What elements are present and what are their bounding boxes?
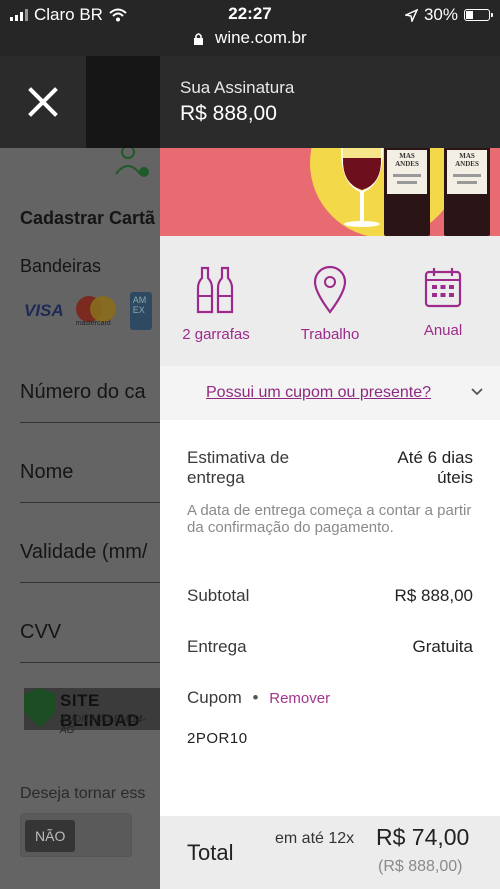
mastercard-logo: mastercard xyxy=(75,296,118,327)
header-strip xyxy=(86,56,160,148)
subscription-header: Sua Assinatura R$ 888,00 xyxy=(160,56,500,148)
subscription-panel: Sua Assinatura R$ 888,00 MAS ANDES MAS A… xyxy=(160,56,500,889)
left-header xyxy=(0,56,160,148)
validity-field[interactable]: Validade (mm/ xyxy=(20,541,147,564)
chevron-down-icon[interactable] xyxy=(470,387,484,397)
divider xyxy=(20,662,160,663)
lock-icon xyxy=(194,33,204,46)
divider xyxy=(20,422,160,423)
visa-logo: VISA xyxy=(24,301,64,320)
close-icon[interactable] xyxy=(26,85,60,119)
installment-value: R$ 74,00 xyxy=(376,824,470,850)
wine-glass-icon xyxy=(341,148,383,227)
remove-coupon-link[interactable]: Remover xyxy=(269,690,330,707)
location-pin-icon xyxy=(313,266,347,314)
installment-text: em até 12x xyxy=(275,830,355,847)
battery-icon xyxy=(464,9,493,21)
wine-banner: MAS ANDES MAS ANDES xyxy=(160,148,500,236)
subtotal-row: Subtotal R$ 888,00 xyxy=(187,586,473,606)
divider xyxy=(20,502,160,503)
add-card-title: Cadastrar Cartã xyxy=(20,208,156,228)
card-brands: VISA mastercard AM EX xyxy=(24,292,152,330)
subtotal-value: R$ 888,00 xyxy=(394,586,473,605)
wine-bottle: MAS ANDES xyxy=(444,148,490,236)
coupon-separator: • xyxy=(252,688,259,707)
subtotal-label: Subtotal xyxy=(187,586,250,605)
subscription-price: R$ 888,00 xyxy=(180,102,277,125)
option-address-label: Trabalho xyxy=(300,326,360,343)
save-card-toggle[interactable]: NÃO xyxy=(20,813,132,857)
shipping-value: Gratuita xyxy=(412,637,473,656)
option-bottles-label: 2 garrafas xyxy=(182,326,250,343)
delivery-note: A data de entrega começa a contar a part… xyxy=(187,502,472,536)
status-bar: Claro BR 22:27 30% xyxy=(0,0,500,28)
total-value: (R$ 888,00) xyxy=(378,858,463,875)
delivery-estimate-row: Estimativa de entrega Até 6 dias úteis xyxy=(187,448,473,488)
amex-logo: AM EX xyxy=(129,292,152,330)
coupon-link[interactable]: Possui um cupom ou presente? xyxy=(206,384,431,402)
url-bar[interactable]: wine.com.br xyxy=(0,28,500,56)
save-card-question: Deseja tornar ess xyxy=(20,785,146,802)
option-frequency[interactable]: Anual xyxy=(393,236,493,339)
total-bar: Total em até 12x R$ 74,00 (R$ 888,00) xyxy=(160,816,500,889)
coupon-label: Cupom xyxy=(187,688,242,707)
site-blindado-seal: SITE BLINDAD AUDITADO EM 14-AG xyxy=(24,688,160,736)
brands-label: Bandeiras xyxy=(20,256,102,276)
coupon-row: Cupom • Remover xyxy=(187,688,473,708)
url-text: wine.com.br xyxy=(215,28,307,47)
total-label: Total xyxy=(187,840,234,865)
location-arrow-icon xyxy=(404,8,418,22)
option-frequency-label: Anual xyxy=(423,322,463,339)
subscription-title: Sua Assinatura xyxy=(180,78,295,97)
shipping-row: Entrega Gratuita xyxy=(187,637,473,657)
bottles-icon xyxy=(196,266,234,314)
background-card-form: Cadastrar Cartã Bandeiras VISA mastercar… xyxy=(0,148,160,889)
calendar-icon xyxy=(424,268,462,308)
coupon-code: 2POR10 xyxy=(187,730,248,747)
card-number-field[interactable]: Número do ca xyxy=(20,381,146,404)
user-verified-icon xyxy=(115,148,149,177)
option-delivery-address[interactable]: Trabalho xyxy=(280,236,380,343)
shipping-label: Entrega xyxy=(187,637,247,656)
coupon-section[interactable]: Possui um cupom ou presente? xyxy=(160,366,500,420)
name-field[interactable]: Nome xyxy=(20,461,73,484)
toggle-no[interactable]: NÃO xyxy=(25,820,76,852)
status-right: 30% xyxy=(404,5,493,25)
delivery-estimate-value: Até 6 dias úteis xyxy=(397,448,473,487)
wine-bottle: MAS ANDES xyxy=(384,148,430,236)
subscription-options: 2 garrafas Trabalho Anual xyxy=(160,236,500,366)
divider xyxy=(20,582,160,583)
battery-percent: 30% xyxy=(423,5,458,24)
shield-icon xyxy=(24,688,56,728)
option-bottles[interactable]: 2 garrafas xyxy=(166,236,266,343)
cvv-field[interactable]: CVV xyxy=(20,621,61,644)
